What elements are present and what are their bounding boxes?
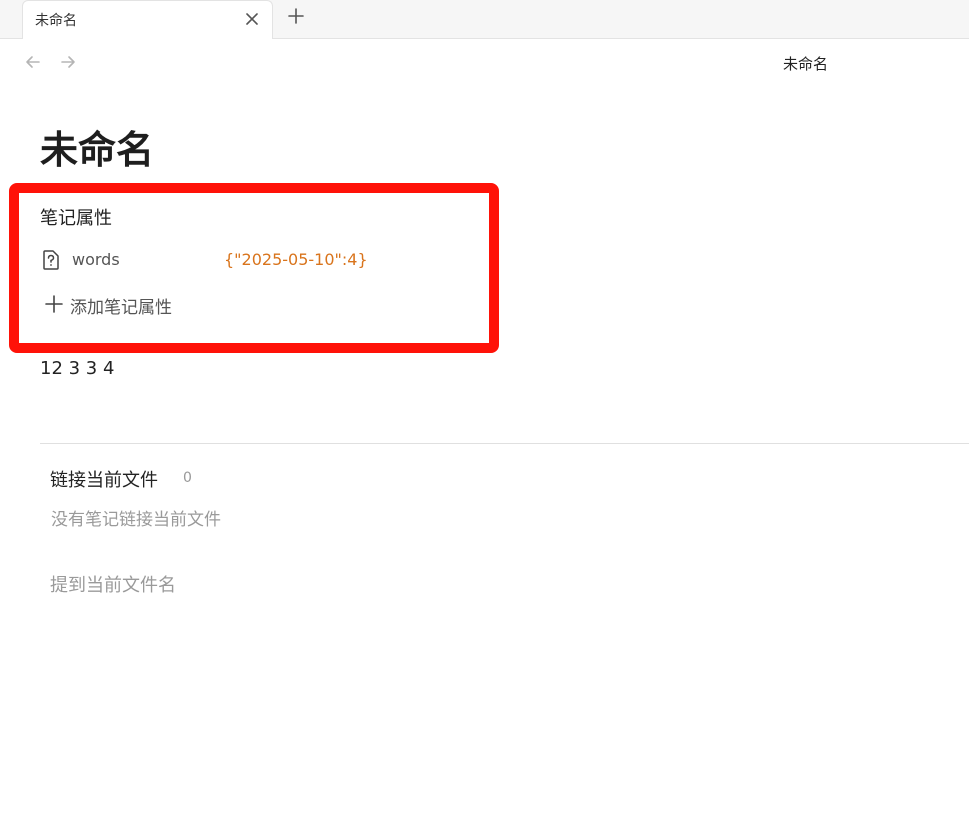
- close-icon[interactable]: [242, 9, 262, 29]
- property-key-words[interactable]: words: [72, 250, 120, 269]
- tab-active[interactable]: 未命名: [22, 0, 273, 39]
- tab-title: 未命名: [35, 13, 77, 29]
- backlinks-count: 0: [183, 470, 192, 486]
- plus-icon[interactable]: [44, 294, 64, 314]
- unlinked-mentions-title[interactable]: 提到当前文件名: [50, 571, 176, 597]
- tab-bar: 未命名: [0, 0, 969, 39]
- page-title[interactable]: 未命名: [40, 122, 154, 178]
- add-property-button[interactable]: 添加笔记属性: [70, 293, 172, 318]
- unknown-file-icon[interactable]: [40, 249, 62, 271]
- backlinks-empty-text: 没有笔记链接当前文件: [51, 510, 221, 530]
- arrow-right-icon[interactable]: [58, 52, 78, 72]
- divider: [40, 443, 969, 444]
- properties-heading[interactable]: 笔记属性: [40, 204, 112, 230]
- property-value-words[interactable]: {"2025-05-10":4}: [224, 250, 368, 269]
- plus-icon[interactable]: [286, 6, 306, 26]
- backlinks-title[interactable]: 链接当前文件: [50, 466, 158, 492]
- view-header-title[interactable]: 未命名: [783, 53, 828, 74]
- arrow-left-icon[interactable]: [23, 52, 43, 72]
- note-body-text[interactable]: 12 3 3 4: [40, 358, 114, 379]
